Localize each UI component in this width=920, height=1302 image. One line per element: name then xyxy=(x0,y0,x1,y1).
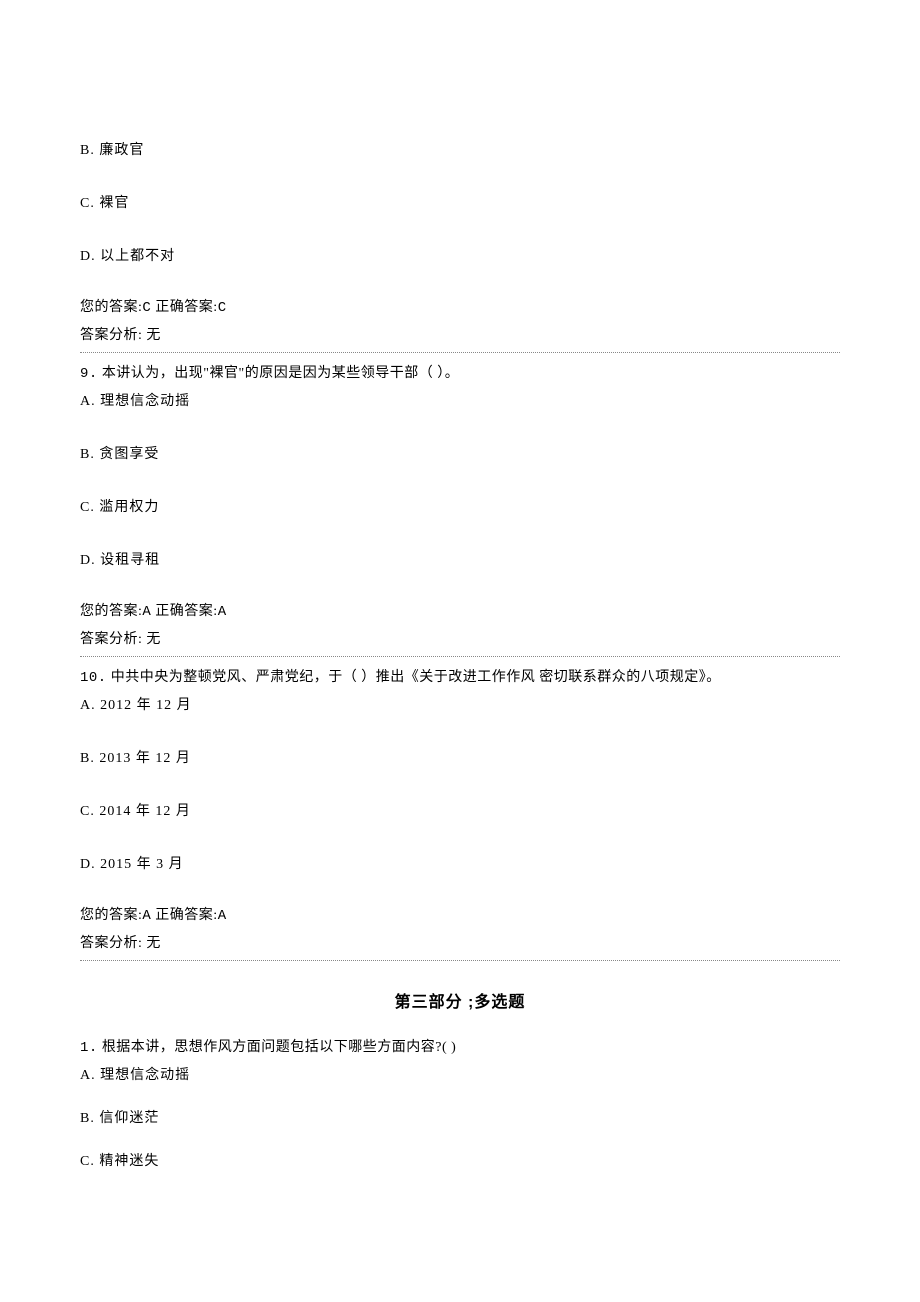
analysis-value: 无 xyxy=(146,936,161,951)
option-text: D. 设租寻租 xyxy=(80,553,160,568)
your-answer-value: A xyxy=(142,908,151,924)
analysis-value: 无 xyxy=(146,328,161,343)
your-answer-label: 您的答案: xyxy=(80,604,142,619)
s3q1-option-c: C. 精神迷失 xyxy=(80,1151,840,1172)
analysis-label: 答案分析: xyxy=(80,328,142,343)
correct-answer-label: 正确答案: xyxy=(155,604,217,619)
question-number: 1. xyxy=(80,1040,98,1056)
divider xyxy=(80,656,840,657)
q10-option-b: B. 2013 年 12 月 xyxy=(80,748,840,769)
section-3-header: 第三部分 ;多选题 xyxy=(80,991,840,1015)
your-answer-value: C xyxy=(142,300,151,316)
analysis-label: 答案分析: xyxy=(80,936,142,951)
q9-option-d: D. 设租寻租 xyxy=(80,550,840,571)
q8-analysis-row: 答案分析: 无 xyxy=(80,325,840,346)
s3q1-option-a: A. 理想信念动摇 xyxy=(80,1065,840,1086)
analysis-label: 答案分析: xyxy=(80,632,142,647)
correct-answer-value: A xyxy=(218,908,227,924)
q8-option-c: C. 裸官 xyxy=(80,193,840,214)
correct-answer-value: C xyxy=(218,300,227,316)
option-text: B. 贪图享受 xyxy=(80,447,159,462)
option-text: D. 2015 年 3 月 xyxy=(80,857,184,872)
analysis-value: 无 xyxy=(146,632,161,647)
question-number: 10. xyxy=(80,670,107,686)
question-number: 9. xyxy=(80,366,98,382)
option-text: A. 理想信念动摇 xyxy=(80,394,190,409)
q8-option-b: B. 廉政官 xyxy=(80,140,840,161)
divider xyxy=(80,960,840,961)
q10-analysis-row: 答案分析: 无 xyxy=(80,933,840,954)
q8-option-d: D. 以上都不对 xyxy=(80,246,840,267)
q9-option-b: B. 贪图享受 xyxy=(80,444,840,465)
option-text: C. 滥用权力 xyxy=(80,500,159,515)
q10-option-c: C. 2014 年 12 月 xyxy=(80,801,840,822)
s3q1-option-b: B. 信仰迷茫 xyxy=(80,1108,840,1129)
option-text: A. 2012 年 12 月 xyxy=(80,698,192,713)
correct-answer-value: A xyxy=(218,604,227,620)
your-answer-label: 您的答案: xyxy=(80,908,142,923)
q9-analysis-row: 答案分析: 无 xyxy=(80,629,840,650)
divider xyxy=(80,352,840,353)
q10-option-a: A. 2012 年 12 月 xyxy=(80,695,840,716)
question-body: 中共中央为整顿党风、严肃党纪，于（ ）推出《关于改进工作作风 密切联系群众的八项… xyxy=(111,670,721,685)
q9-option-c: C. 滥用权力 xyxy=(80,497,840,518)
option-text: C. 2014 年 12 月 xyxy=(80,804,191,819)
q9-answer-row: 您的答案:A 正确答案:A xyxy=(80,601,840,623)
option-text: D. 以上都不对 xyxy=(80,249,175,264)
correct-answer-label: 正确答案: xyxy=(155,300,217,315)
your-answer-label: 您的答案: xyxy=(80,300,142,315)
s3q1-question: 1. 根据本讲，思想作风方面问题包括以下哪些方面内容?( ) xyxy=(80,1037,840,1059)
option-text: B. 信仰迷茫 xyxy=(80,1111,159,1126)
q9-question: 9. 本讲认为，出现"裸官"的原因是因为某些领导干部（ ）。 xyxy=(80,363,840,385)
q8-answer-row: 您的答案:C 正确答案:C xyxy=(80,297,840,319)
option-text: B. 2013 年 12 月 xyxy=(80,751,191,766)
q9-option-a: A. 理想信念动摇 xyxy=(80,391,840,412)
question-body: 根据本讲，思想作风方面问题包括以下哪些方面内容?( ) xyxy=(102,1040,457,1055)
q10-answer-row: 您的答案:A 正确答案:A xyxy=(80,905,840,927)
option-text: B. 廉政官 xyxy=(80,143,144,158)
correct-answer-label: 正确答案: xyxy=(155,908,217,923)
option-text: C. 精神迷失 xyxy=(80,1154,159,1169)
q10-question: 10. 中共中央为整顿党风、严肃党纪，于（ ）推出《关于改进工作作风 密切联系群… xyxy=(80,667,840,689)
section-title: 第三部分 ;多选题 xyxy=(395,994,526,1011)
option-text: A. 理想信念动摇 xyxy=(80,1068,190,1083)
q10-option-d: D. 2015 年 3 月 xyxy=(80,854,840,875)
your-answer-value: A xyxy=(142,604,151,620)
question-body: 本讲认为，出现"裸官"的原因是因为某些领导干部（ ）。 xyxy=(102,366,459,381)
option-text: C. 裸官 xyxy=(80,196,129,211)
